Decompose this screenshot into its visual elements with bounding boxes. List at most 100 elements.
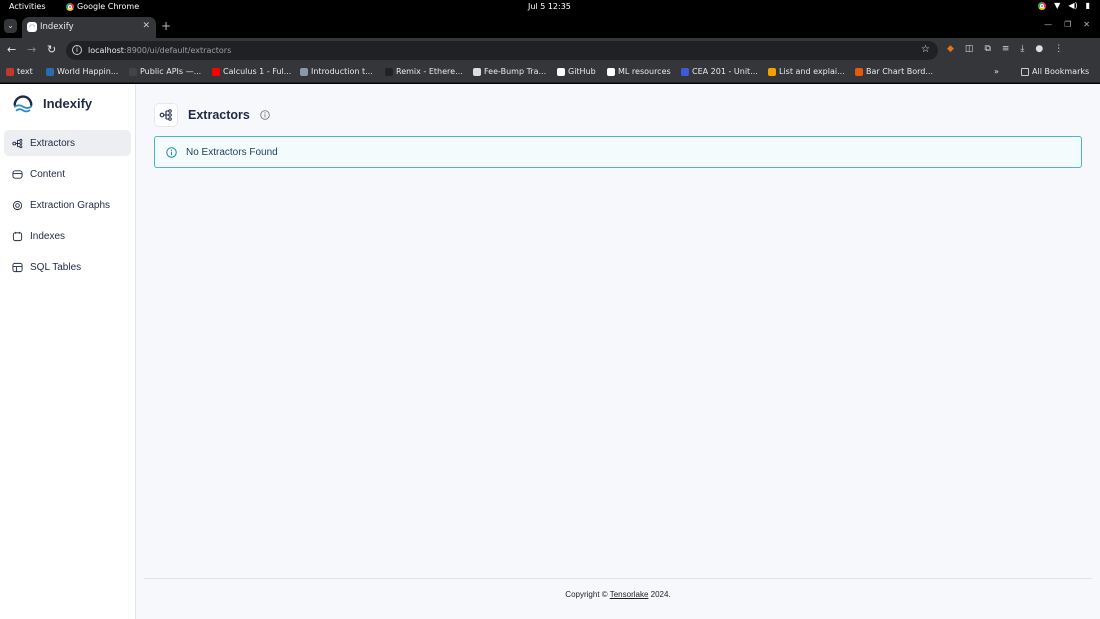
- empty-state-alert: No Extractors Found: [154, 136, 1082, 168]
- bookmark-label: Introduction t...: [311, 67, 373, 76]
- info-icon[interactable]: [260, 110, 270, 120]
- sidebar-item-label: Indexes: [30, 230, 66, 242]
- bookmark-label: World Happin...: [57, 67, 119, 76]
- alert-message: No Extractors Found: [186, 146, 278, 158]
- folder-icon: [1021, 67, 1029, 76]
- bookmark-item[interactable]: GitHub: [557, 67, 596, 76]
- bookmark-star-icon[interactable]: ☆: [921, 44, 930, 55]
- doc-icon: [473, 67, 481, 76]
- download-icon[interactable]: ⤓: [1020, 44, 1024, 54]
- battery-icon: ▮: [1085, 1, 1090, 10]
- brand[interactable]: Indexify: [12, 92, 92, 114]
- tab-title: Indexify: [40, 22, 74, 32]
- brand-name: Indexify: [43, 95, 93, 111]
- extensions-area: ◆ ◫ ⧉ ≡ ⤓ ● ⋮: [947, 44, 1063, 54]
- footer: Copyright © Tensorlake 2024.: [136, 590, 1100, 599]
- indexify-logo-icon: [13, 95, 33, 113]
- youtube-icon: [212, 67, 220, 76]
- url-text[interactable]: localhost:8900/ui/default/extractors: [88, 46, 231, 55]
- bookmarks-overflow-icon[interactable]: »: [994, 67, 999, 76]
- sidebar-item-sql-tables[interactable]: SQL Tables: [4, 254, 131, 280]
- sidebar-item-label: Extractors: [30, 137, 76, 149]
- bookmark-item[interactable]: Bar Chart Bord...: [855, 67, 933, 76]
- app-name: Google Chrome: [77, 2, 140, 11]
- profile-avatar-icon[interactable]: ●: [1035, 44, 1043, 54]
- volume-icon: ◀): [1068, 1, 1078, 10]
- address-bar[interactable]: i localhost:8900/ui/default/extractors ☆: [66, 41, 938, 60]
- system-top-bar: Activities Google Chrome Jul 5 12:35 ▼ ◀…: [0, 0, 1100, 14]
- table-icon: [12, 262, 23, 272]
- bookmark-item[interactable]: List and explai...: [768, 67, 845, 76]
- puzzle-icon[interactable]: ⧉: [984, 44, 990, 54]
- indexes-icon: [12, 231, 23, 241]
- close-tab-icon[interactable]: ✕: [142, 21, 150, 31]
- sidebar-item-extractors[interactable]: Extractors: [4, 130, 131, 156]
- graph-icon: [12, 200, 23, 210]
- bookmark-item[interactable]: Introduction t...: [300, 67, 373, 76]
- sidebar-item-label: Extraction Graphs: [30, 199, 111, 211]
- content-icon: [12, 169, 23, 179]
- bookmark-text-icon: [6, 67, 14, 76]
- tab-search-button[interactable]: ⌄: [4, 19, 17, 33]
- indexify-favicon-icon: ◠: [27, 22, 37, 32]
- sidebar-item-extraction-graphs[interactable]: Extraction Graphs: [4, 192, 131, 218]
- metamask-icon[interactable]: ◆: [947, 44, 954, 54]
- bookmark-item[interactable]: ML resources: [607, 67, 671, 76]
- page-title: Extractors: [188, 108, 250, 122]
- app-menu[interactable]: Google Chrome: [66, 2, 139, 11]
- reading-list-icon[interactable]: ≡: [1002, 44, 1010, 54]
- activities-button[interactable]: Activities: [9, 2, 46, 11]
- github-icon: [557, 67, 565, 76]
- bookmark-item[interactable]: CEA 201 - Unit...: [681, 67, 758, 76]
- cube-icon: [855, 67, 863, 76]
- bookmark-item[interactable]: text: [6, 67, 33, 76]
- bookmark-item[interactable]: World Happin...: [46, 67, 118, 76]
- bookmark-label: List and explai...: [779, 67, 845, 76]
- reload-icon[interactable]: ↻: [47, 43, 56, 56]
- bookmark-label: Calculus 1 - Ful...: [223, 67, 292, 76]
- all-bookmarks-button[interactable]: All Bookmarks: [1021, 67, 1089, 76]
- chrome-icon: [66, 2, 74, 11]
- bookmark-label: GitHub: [568, 67, 596, 76]
- sidebar-item-indexes[interactable]: Indexes: [4, 223, 131, 249]
- clock[interactable]: Jul 5 12:35: [528, 2, 571, 11]
- restore-icon[interactable]: ❐: [1064, 20, 1071, 29]
- sidebar-item-label: SQL Tables: [30, 261, 82, 273]
- bookmark-label: ML resources: [618, 67, 671, 76]
- page-icon: [300, 67, 308, 76]
- tensorlake-link[interactable]: Tensorlake: [610, 590, 649, 599]
- bookmark-item[interactable]: Calculus 1 - Ful...: [212, 67, 291, 76]
- bookmark-item[interactable]: Public APIs —...: [129, 67, 201, 76]
- ethereum-icon: [385, 67, 393, 76]
- bookmark-item[interactable]: Fee-Bump Tra...: [473, 67, 546, 76]
- minimize-icon[interactable]: —: [1044, 20, 1052, 29]
- back-icon[interactable]: ←: [7, 43, 16, 56]
- browser-tab[interactable]: ◠ Indexify ✕: [22, 17, 156, 38]
- all-bookmarks-label: All Bookmarks: [1032, 67, 1090, 76]
- new-tab-button[interactable]: +: [161, 19, 171, 33]
- extractors-icon: [12, 138, 23, 148]
- more-menu-icon[interactable]: ⋮: [1054, 44, 1063, 54]
- bookmark-label: Bar Chart Bord...: [866, 67, 933, 76]
- footer-divider: [144, 578, 1092, 579]
- k-icon: [46, 67, 54, 76]
- github-icon: [607, 67, 615, 76]
- bookmark-label: Public APIs —...: [140, 67, 202, 76]
- wifi-icon: ▼: [1054, 1, 1061, 10]
- sidebar-item-label: Content: [30, 168, 66, 180]
- bookmarks-bar: text World Happin... Public APIs —... Calcu…: [0, 63, 1100, 83]
- sidebar-item-content[interactable]: Content: [4, 161, 131, 187]
- bookmark-label: Fee-Bump Tra...: [484, 67, 547, 76]
- close-window-icon[interactable]: ✕: [1083, 20, 1090, 29]
- extension-icon[interactable]: ◫: [965, 44, 974, 54]
- bookmark-item[interactable]: Remix - Ethere...: [385, 67, 463, 76]
- window-controls: — ❐ ✕: [1044, 20, 1090, 29]
- pi-icon: [129, 67, 137, 76]
- sidebar: Indexify Extractors Content Extraction Gra…: [0, 84, 136, 619]
- browser-toolbar: ← → ↻ i localhost:8900/ui/default/extrac…: [0, 38, 1100, 63]
- page-viewport: Indexify Extractors Content Extraction Gra…: [0, 84, 1100, 619]
- system-tray[interactable]: ▼ ◀) ▮: [1038, 1, 1090, 10]
- site-info-icon[interactable]: i: [72, 45, 82, 55]
- forward-icon[interactable]: →: [27, 43, 36, 56]
- bookmark-label: CEA 201 - Unit...: [692, 67, 758, 76]
